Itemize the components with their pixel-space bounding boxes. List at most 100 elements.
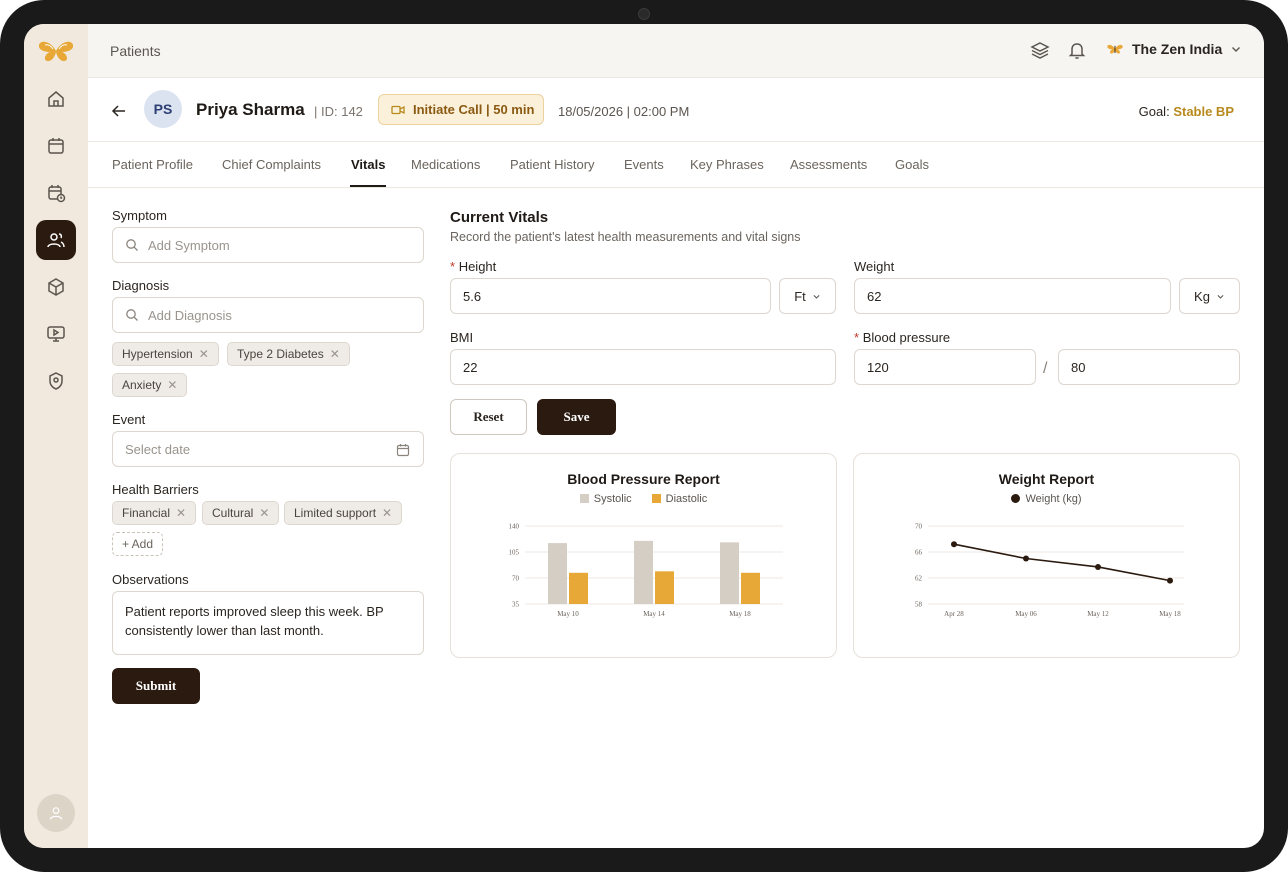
bell-icon[interactable] <box>1067 40 1087 60</box>
observations-label: Observations <box>112 572 189 587</box>
close-icon[interactable]: ✕ <box>382 506 392 520</box>
x-tick-label: Apr 28 <box>944 610 964 618</box>
tab-events[interactable]: Events <box>624 157 664 172</box>
nav-home[interactable] <box>36 79 76 119</box>
y-tick-label: 35 <box>512 601 520 609</box>
nav-media[interactable] <box>36 314 76 354</box>
close-icon[interactable]: ✕ <box>199 347 209 361</box>
bar-diastolic <box>655 571 674 604</box>
symptom-input[interactable]: Add Symptom <box>112 227 424 263</box>
org-switcher[interactable]: The Zen India <box>1106 41 1242 57</box>
legend-label: Diastolic <box>665 493 708 505</box>
back-arrow-icon[interactable] <box>110 102 128 120</box>
y-tick-label: 70 <box>512 575 520 583</box>
y-tick-label: 105 <box>509 549 520 557</box>
tab-medications[interactable]: Medications <box>411 157 480 172</box>
y-tick-label: 140 <box>509 523 520 531</box>
weight-report-card: Weight Report Weight (kg) 58 62 66 70 Apr 28… <box>853 453 1240 658</box>
x-tick-label: May 18 <box>729 610 751 618</box>
nav-patients[interactable] <box>36 220 76 260</box>
x-tick-label: May 12 <box>1087 610 1109 618</box>
chevron-down-icon <box>1232 47 1241 52</box>
barrier-chip[interactable]: Cultural ✕ <box>202 501 280 525</box>
nav-calendar[interactable] <box>36 126 76 166</box>
height-unit-value: Ft <box>794 288 806 304</box>
y-tick-label: 66 <box>915 549 923 557</box>
tab-key-phrases[interactable]: Key Phrases <box>690 157 764 172</box>
diagnosis-input[interactable]: Add Diagnosis <box>112 297 424 333</box>
y-tick-label: 62 <box>915 575 923 583</box>
weight-line-chart: 58 62 66 70 Apr 28 May 06 May 12 May 18 <box>915 523 1184 618</box>
users-icon <box>47 233 65 248</box>
data-point <box>1167 577 1173 584</box>
patient-header: PS Priya Sharma | ID: 142 Initiate Call … <box>88 78 1264 142</box>
tab-patient-history[interactable]: Patient History <box>510 157 595 172</box>
event-date-picker[interactable]: Select date <box>112 431 424 467</box>
active-tab-indicator <box>350 185 386 187</box>
height-unit-select[interactable]: Ft <box>779 278 836 314</box>
call-label: Initiate Call | 50 min <box>413 102 535 117</box>
weight-unit-select[interactable]: Kg <box>1179 278 1240 314</box>
legend-label: Systolic <box>593 493 632 505</box>
diagnosis-placeholder: Add Diagnosis <box>148 307 232 323</box>
user-avatar[interactable] <box>37 794 75 832</box>
search-icon <box>126 239 138 251</box>
legend-item-diastolic: Diastolic <box>651 493 708 505</box>
data-point <box>951 541 957 548</box>
barrier-chip[interactable]: Financial ✕ <box>112 501 197 525</box>
x-tick-label: May 18 <box>1159 610 1181 618</box>
legend-item-weight: Weight (kg) <box>1011 493 1082 505</box>
butterfly-logo-icon <box>38 41 74 62</box>
breadcrumb[interactable]: Patients <box>110 43 161 59</box>
layers-icon[interactable] <box>1030 40 1050 60</box>
initiate-call-button[interactable]: Initiate Call | 50 min <box>378 94 544 125</box>
tab-chief-complaints[interactable]: Chief Complaints <box>222 157 321 172</box>
height-label-text: Height <box>458 259 497 274</box>
height-input[interactable]: 5.6 <box>450 278 771 314</box>
diagnosis-chip[interactable]: Type 2 Diabetes ✕ <box>227 342 350 366</box>
diastolic-input[interactable]: 80 <box>1058 349 1240 385</box>
blood-pressure-label: * Blood pressure <box>854 330 951 345</box>
close-icon[interactable]: ✕ <box>259 506 269 520</box>
save-button[interactable]: Save <box>537 399 616 435</box>
calendar-icon <box>48 138 64 154</box>
bar-systolic <box>720 542 739 604</box>
tab-assessments[interactable]: Assessments <box>790 157 867 172</box>
weight-input[interactable]: 62 <box>854 278 1171 314</box>
submit-button[interactable]: Submit <box>112 668 200 704</box>
legend-swatch <box>651 494 661 503</box>
bar-diastolic <box>741 572 760 604</box>
app-screen: Patients The Zen India PS Priya Sharma |… <box>24 24 1264 848</box>
barrier-chip[interactable]: Limited support ✕ <box>284 501 403 525</box>
patient-name: Priya Sharma <box>196 100 305 119</box>
add-barrier-button[interactable]: + Add <box>112 532 164 556</box>
tablet-frame: Patients The Zen India PS Priya Sharma |… <box>0 0 1288 872</box>
legend-item-systolic: Systolic <box>579 493 632 505</box>
nav-security[interactable] <box>36 361 76 401</box>
nav-schedule[interactable] <box>36 173 76 213</box>
close-icon[interactable]: ✕ <box>330 347 340 361</box>
observations-textarea[interactable]: Patient reports improved sleep this week… <box>112 591 424 655</box>
diagnosis-label: Diagnosis <box>112 278 170 293</box>
vitals-subtitle: Record the patient's latest health measu… <box>450 230 801 244</box>
goal-value: Stable BP <box>1173 104 1234 119</box>
close-icon[interactable]: ✕ <box>176 506 186 520</box>
legend-swatch <box>579 494 589 503</box>
bp-report-card: Blood Pressure Report Systolic Diastolic… <box>450 453 837 658</box>
reset-button[interactable]: Reset <box>450 399 527 435</box>
user-icon <box>49 807 63 820</box>
tab-patient-profile[interactable]: Patient Profile <box>112 157 193 172</box>
close-icon[interactable]: ✕ <box>167 378 177 392</box>
systolic-input[interactable]: 120 <box>854 349 1036 385</box>
chip-label: Limited support <box>294 506 377 520</box>
vitals-title: Current Vitals <box>450 209 549 226</box>
shield-icon <box>49 372 63 390</box>
tab-goals[interactable]: Goals <box>895 157 929 172</box>
diagnosis-chip[interactable]: Hypertension ✕ <box>112 342 219 366</box>
nav-packages[interactable] <box>36 267 76 307</box>
x-tick-label: May 06 <box>1015 610 1037 618</box>
diagnosis-chip[interactable]: Anxiety ✕ <box>112 373 188 397</box>
tab-vitals[interactable]: Vitals <box>351 157 385 172</box>
weight-unit-value: Kg <box>1194 288 1210 304</box>
bmi-input[interactable]: 22 <box>450 349 836 385</box>
